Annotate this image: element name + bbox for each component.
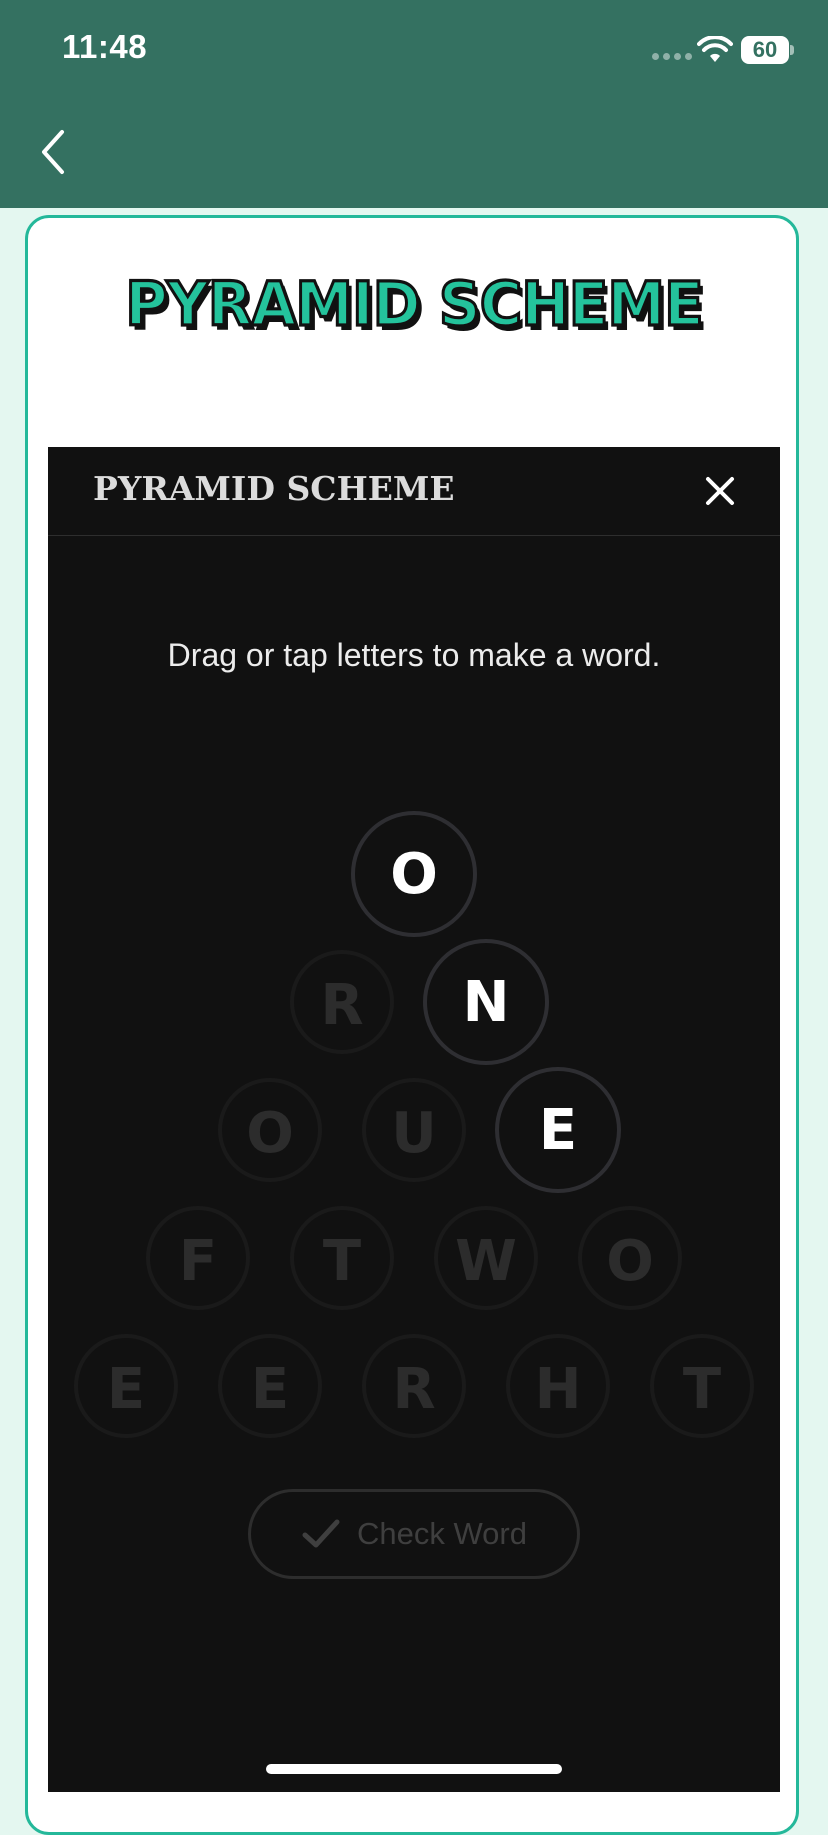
letter-tile[interactable]: U <box>362 1078 466 1182</box>
battery-indicator: 60 <box>741 36 789 64</box>
instruction-text: Drag or tap letters to make a word. <box>167 637 661 673</box>
status-time: 11:48 <box>62 28 148 65</box>
letter-tile[interactable]: H <box>506 1334 610 1438</box>
modal-title: PYRAMID SCHEME <box>93 469 455 508</box>
letter-tile[interactable]: O <box>218 1078 322 1182</box>
letter-tile[interactable]: T <box>650 1334 754 1438</box>
letter-tile[interactable]: N <box>423 939 549 1065</box>
letter-tile[interactable]: T <box>290 1206 394 1310</box>
letter-tile[interactable]: R <box>362 1334 466 1438</box>
letter-tile[interactable]: W <box>434 1206 538 1310</box>
modal-header: PYRAMID SCHEME <box>48 447 780 536</box>
check-word-label: Check Word <box>357 1516 527 1551</box>
letter-tile[interactable]: O <box>578 1206 682 1310</box>
letter-tile[interactable]: R <box>290 950 394 1054</box>
back-button[interactable] <box>30 122 78 182</box>
letter-tile[interactable]: E <box>74 1334 178 1438</box>
checkmark-icon <box>302 1519 340 1548</box>
cellular-signal-icon <box>652 53 692 60</box>
app-header: 11:48 60 <box>0 0 828 208</box>
close-icon[interactable] <box>700 471 740 511</box>
letter-tile[interactable]: E <box>218 1334 322 1438</box>
letter-tile[interactable]: O <box>351 811 477 937</box>
check-word-button[interactable]: Check Word <box>248 1489 580 1579</box>
battery-tip <box>790 45 794 55</box>
game-modal: PYRAMID SCHEME Drag or tap letters to ma… <box>48 447 780 1792</box>
home-indicator <box>266 1764 562 1774</box>
game-logo: PYRAMID SCHEME <box>124 267 706 342</box>
letter-tile[interactable]: E <box>495 1067 621 1193</box>
letter-tile[interactable]: F <box>146 1206 250 1310</box>
wifi-icon <box>697 36 733 62</box>
